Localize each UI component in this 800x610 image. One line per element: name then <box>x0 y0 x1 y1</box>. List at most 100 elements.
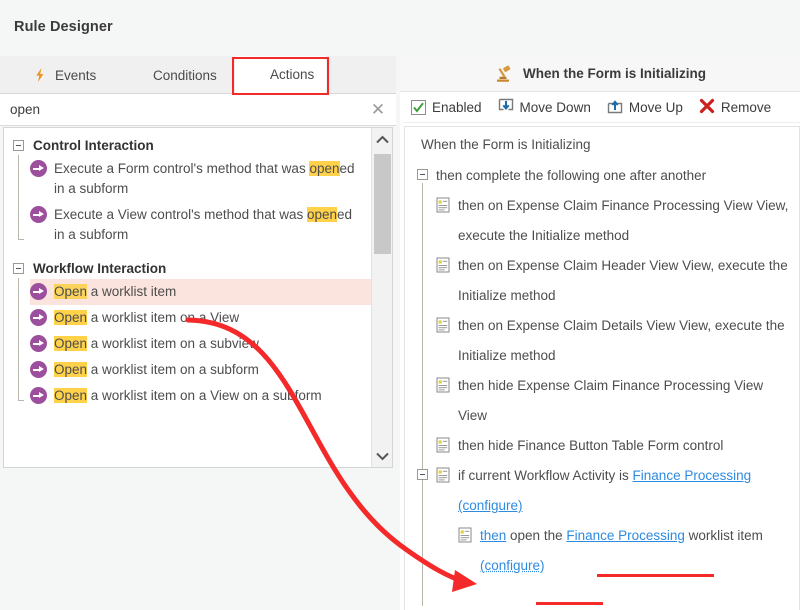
right-panel-header: When the Form is Initializing <box>400 56 800 92</box>
tree-node-label: then on Expense Claim Header View View, … <box>458 251 791 311</box>
right-panel: When the Form is Initializing Enabled Mo… <box>400 56 800 610</box>
item-text-highlight: open <box>307 207 337 222</box>
configure-link[interactable]: (configure) <box>480 558 545 573</box>
circle-arrow-icon <box>30 335 47 352</box>
item-text-highlight: Open <box>54 336 87 351</box>
tab-actions-label: Actions <box>270 67 314 82</box>
circle-arrow-icon <box>30 309 47 326</box>
item-text-pre: Execute a Form control's method that was <box>54 161 309 176</box>
item-text-highlight: Open <box>54 284 87 299</box>
list-item[interactable]: Execute a Form control's method that was… <box>30 156 372 202</box>
tree-connector <box>422 491 423 606</box>
item-text-highlight: Open <box>54 310 87 325</box>
list-item[interactable]: Open a worklist item on a View <box>30 305 372 331</box>
right-panel-toolbar: Enabled Move Down Move Up <box>404 93 800 123</box>
group-header[interactable]: Control Interaction <box>4 134 372 156</box>
workflow-activity-link[interactable]: Finance Processing <box>633 468 752 483</box>
search-row: ✕ <box>0 94 396 126</box>
tree-node[interactable]: then hide Expense Claim Finance Processi… <box>436 371 799 431</box>
collapse-icon[interactable] <box>417 169 428 180</box>
scroll-up-icon[interactable] <box>372 128 393 150</box>
tree-node-condition[interactable]: if current Workflow Activity is Finance … <box>405 461 799 521</box>
item-text-post: a worklist item on a View <box>87 310 239 325</box>
group-header[interactable]: Workflow Interaction <box>4 257 372 279</box>
tab-actions[interactable]: Actions <box>235 56 326 94</box>
scroll-down-icon[interactable] <box>372 445 393 467</box>
action-list: Control Interaction Execute a Form contr… <box>3 127 393 468</box>
collapse-icon[interactable] <box>13 140 24 151</box>
tab-conditions[interactable]: Conditions <box>118 56 229 94</box>
document-icon <box>458 527 472 543</box>
item-text-post: a worklist item on a subform <box>87 362 259 377</box>
finance-processing-link[interactable]: Finance Processing <box>566 528 685 543</box>
collapse-icon[interactable] <box>417 469 428 480</box>
rule-tree: When the Form is Initializing then compl… <box>404 126 800 610</box>
move-down-label: Move Down <box>520 100 591 115</box>
tree-node-root[interactable]: then complete the following one after an… <box>405 161 799 191</box>
move-up-label: Move Up <box>629 100 683 115</box>
clear-search-icon[interactable]: ✕ <box>366 94 396 125</box>
move-up-icon <box>607 98 623 117</box>
list-group-control-interaction: Control Interaction Execute a Form contr… <box>4 134 372 248</box>
circle-arrow-icon <box>30 387 47 404</box>
then-link[interactable]: then <box>480 528 506 543</box>
list-item[interactable]: Open a worklist item on a subform <box>30 357 372 383</box>
tree-connector <box>422 183 423 498</box>
tree-node[interactable]: then on Expense Claim Details View View,… <box>436 311 799 371</box>
checkbox-checked-icon[interactable] <box>411 100 426 115</box>
circle-arrow-icon <box>30 206 47 223</box>
move-down-button[interactable]: Move Down <box>498 98 591 117</box>
gavel-icon <box>494 64 514 84</box>
document-icon <box>436 467 450 483</box>
list-item[interactable]: Execute a View control's method that was… <box>30 202 372 248</box>
tab-events[interactable]: Events <box>20 56 108 94</box>
tree-node[interactable]: then on Expense Claim Finance Processing… <box>436 191 799 251</box>
tree-node-label: then complete the following one after an… <box>436 161 706 191</box>
enabled-label: Enabled <box>432 100 482 115</box>
remove-button[interactable]: Remove <box>699 98 771 117</box>
rule-tree-root: When the Form is Initializing then compl… <box>405 127 799 581</box>
list-item[interactable]: Open a worklist item on a View on a subf… <box>30 383 372 409</box>
lightning-bolt-icon <box>32 67 48 83</box>
page-title: Rule Designer <box>14 19 113 35</box>
document-icon <box>436 197 450 213</box>
list-item[interactable]: Open a worklist item <box>30 279 372 305</box>
right-panel-title: When the Form is Initializing <box>523 66 706 81</box>
document-icon <box>436 257 450 273</box>
tab-conditions-label: Conditions <box>153 68 217 83</box>
list-item[interactable]: Open a worklist item on a subview <box>30 331 372 357</box>
tree-node[interactable]: then hide Finance Button Table Form cont… <box>436 431 799 461</box>
circle-arrow-icon <box>30 283 47 300</box>
tab-events-label: Events <box>55 68 96 83</box>
circle-arrow-icon <box>247 67 263 83</box>
configure-link[interactable]: (configure) <box>458 498 523 513</box>
action-list-items: Control Interaction Execute a Form contr… <box>4 128 372 467</box>
annotation-underline-configure <box>536 602 603 605</box>
child-post-text: worklist item <box>685 528 763 543</box>
tree-node-label: then on Expense Claim Details View View,… <box>458 311 791 371</box>
list-scrollbar[interactable] <box>371 128 392 467</box>
item-text-highlight: open <box>309 161 339 176</box>
remove-label: Remove <box>721 100 771 115</box>
item-text-post: a worklist item on a subview <box>87 336 259 351</box>
group-title: Workflow Interaction <box>33 261 166 276</box>
move-down-icon <box>498 98 514 117</box>
move-up-button[interactable]: Move Up <box>607 98 683 117</box>
tab-strip: Events Conditions Actions <box>0 56 396 94</box>
scrollbar-thumb[interactable] <box>374 154 391 254</box>
item-text-pre: Execute a View control's method that was <box>54 207 307 222</box>
item-text-post: a worklist item on a View on a subform <box>87 388 322 403</box>
document-icon <box>436 377 450 393</box>
tree-node-open-worklist[interactable]: then open the Finance Processing worklis… <box>436 521 799 581</box>
left-panel: Events Conditions Actions ✕ Control Inte… <box>0 56 396 471</box>
item-text-post: a worklist item <box>87 284 176 299</box>
enabled-toggle[interactable]: Enabled <box>411 100 482 115</box>
tree-node[interactable]: then on Expense Claim Header View View, … <box>436 251 799 311</box>
search-input[interactable] <box>0 94 366 125</box>
annotation-underline-finance-processing <box>597 574 714 577</box>
list-group-workflow-interaction: Workflow Interaction Open a worklist ite… <box>4 257 372 409</box>
collapse-icon[interactable] <box>13 263 24 274</box>
group-title: Control Interaction <box>33 138 154 153</box>
item-text-highlight: Open <box>54 362 87 377</box>
item-text-highlight: Open <box>54 388 87 403</box>
